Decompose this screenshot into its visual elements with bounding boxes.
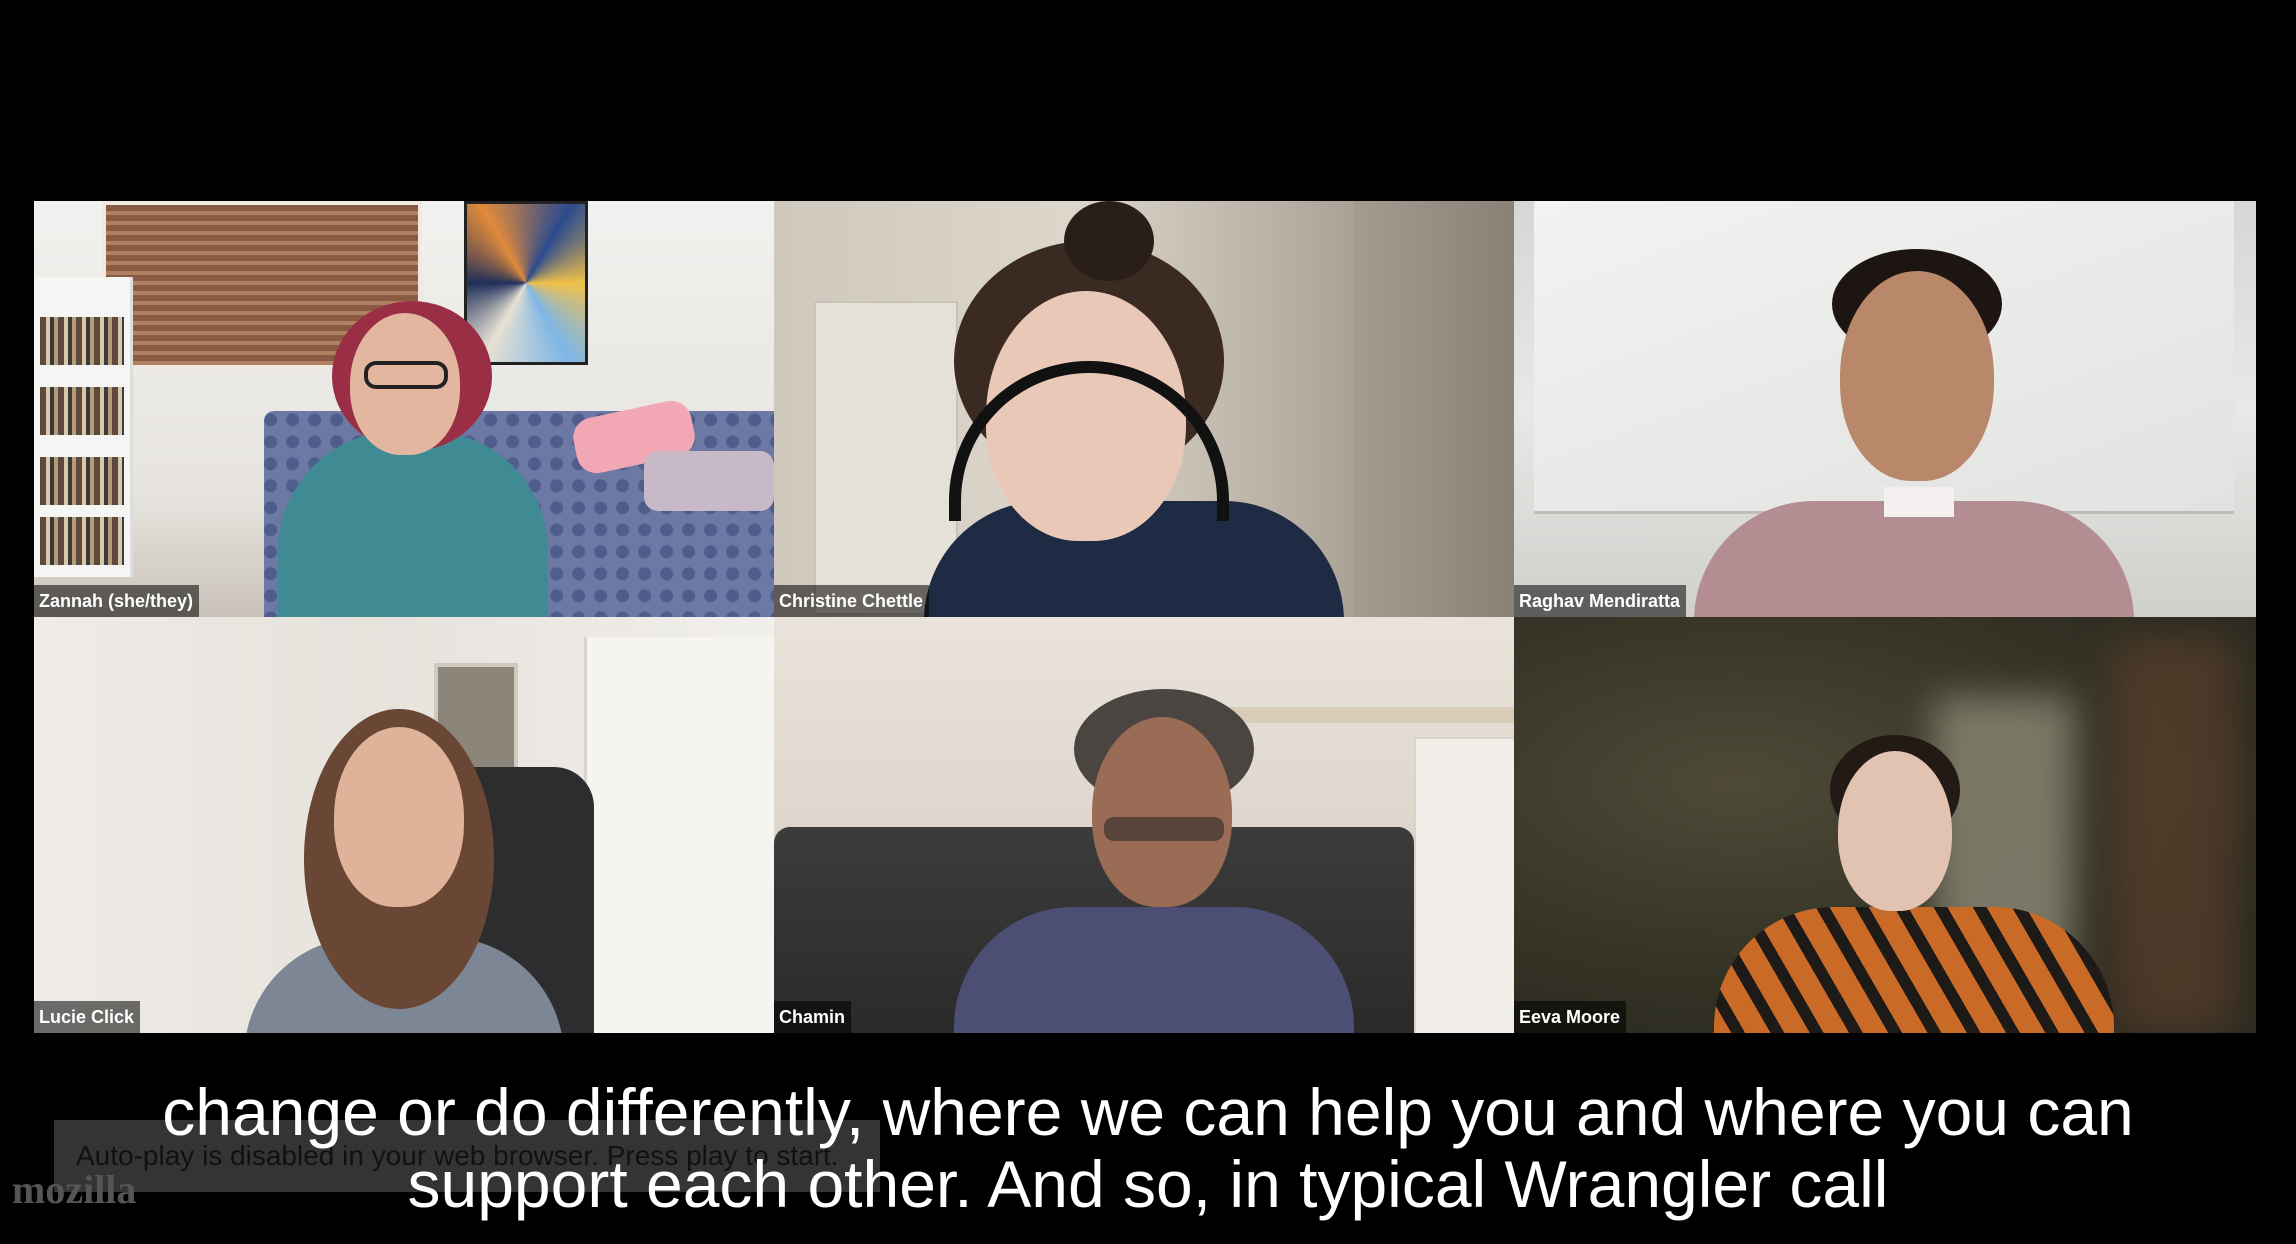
participant-tile-chamin[interactable]: Chamin: [774, 617, 1514, 1033]
participant-name-label: Raghav Mendiratta: [1514, 585, 1687, 617]
caption-line-2: support each other. And so, in typical W…: [407, 1147, 1889, 1221]
participant-tile-eeva[interactable]: Eeva Moore: [1514, 617, 2256, 1033]
participant-name-label: Chamin: [774, 1001, 852, 1033]
bookshelf: [34, 277, 133, 577]
participant-tile-raghav[interactable]: Raghav Mendiratta: [1514, 201, 2256, 617]
participant-name-label: Zannah (she/they): [34, 585, 200, 617]
caption-line-1: change or do differently, where we can h…: [162, 1075, 2134, 1149]
video-feed: [34, 617, 774, 1033]
video-feed: [774, 617, 1514, 1033]
cabinet: [1354, 201, 1514, 617]
caption-overlay: change or do differently, where we can h…: [0, 1076, 2296, 1220]
participant-tile-zannah[interactable]: Zannah (she/they): [34, 201, 774, 617]
video-feed: [1514, 201, 2256, 617]
blanket: [644, 451, 774, 511]
video-grid: Zannah (she/they) Christine Chettle Ragh…: [34, 201, 2256, 1033]
participant-tile-christine[interactable]: Christine Chettle: [774, 201, 1514, 617]
participant-name-label: Lucie Click: [34, 1001, 141, 1033]
participant-name-label: Christine Chettle: [774, 585, 930, 617]
door: [584, 637, 774, 1033]
video-feed: [1514, 617, 2256, 1033]
video-feed: [34, 201, 774, 617]
participant-tile-lucie[interactable]: Lucie Click: [34, 617, 774, 1033]
fridge: [1414, 737, 1514, 1033]
background-blur: [2114, 637, 2234, 1033]
participant-name-label: Eeva Moore: [1514, 1001, 1627, 1033]
video-feed: [774, 201, 1514, 617]
